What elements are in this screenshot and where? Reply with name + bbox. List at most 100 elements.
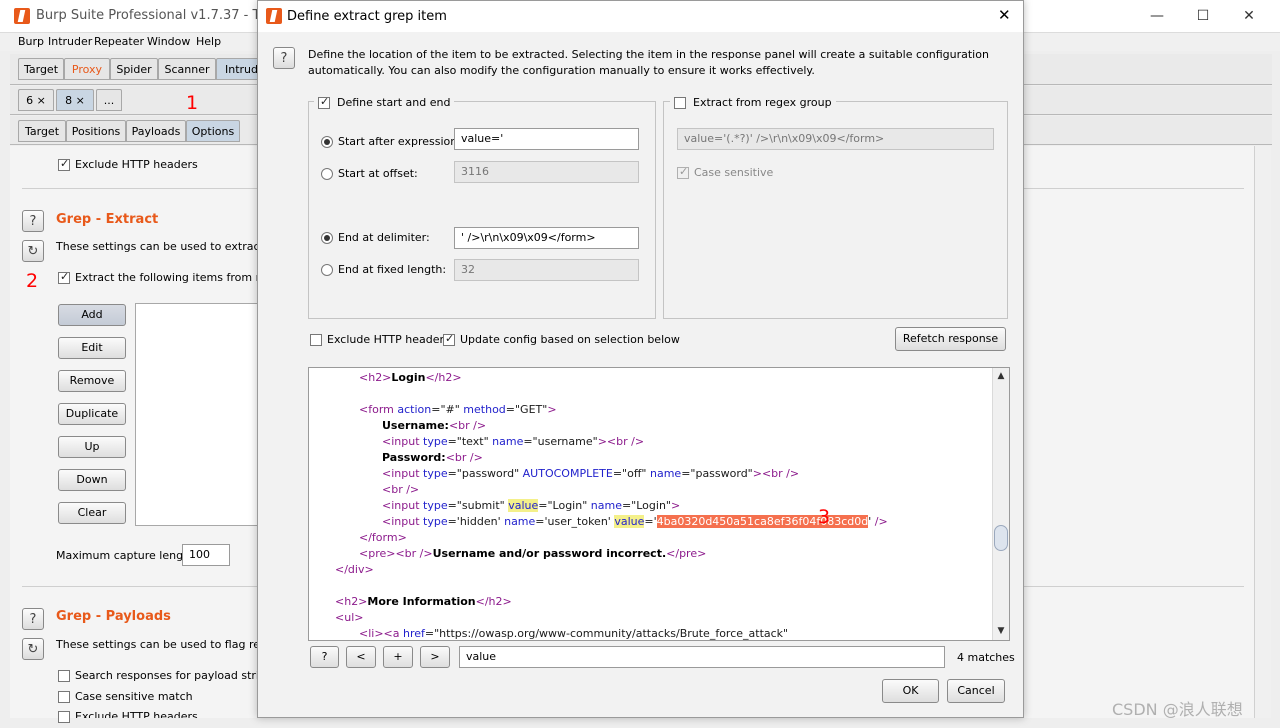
code-token: ='hidden' xyxy=(447,515,505,528)
code-token: ="password" xyxy=(447,467,523,480)
exclude-headers-checkbox-payloads[interactable] xyxy=(58,711,70,723)
end-fixed-length-input[interactable]: 32 xyxy=(454,259,639,281)
scroll-up-icon[interactable]: ▲ xyxy=(993,369,1009,383)
clear-button[interactable]: Clear xyxy=(58,502,126,524)
dialog-exclude-headers-checkbox[interactable] xyxy=(310,334,322,346)
grep-extract-help-icon[interactable]: ? xyxy=(22,210,44,232)
add-button[interactable]: Add xyxy=(58,304,126,326)
end-fixed-length-radio[interactable] xyxy=(321,264,333,276)
start-offset-input[interactable]: 3116 xyxy=(454,161,639,183)
start-after-input[interactable]: value=' xyxy=(454,128,639,150)
search-prev-button[interactable]: < xyxy=(346,646,376,668)
menu-intruder[interactable]: Intruder xyxy=(48,35,92,48)
code-token: <br /> xyxy=(382,483,420,496)
code-token: > xyxy=(547,403,557,416)
search-add-button[interactable]: + xyxy=(383,646,413,668)
code-token: ="username" xyxy=(523,435,598,448)
tab-scanner[interactable]: Scanner xyxy=(158,58,216,80)
options-scrollbar[interactable] xyxy=(1254,146,1271,718)
subtab-target[interactable]: Target xyxy=(18,120,66,142)
response-scrollbar[interactable]: ▲ ▼ xyxy=(992,368,1009,640)
attack-tab-6[interactable]: 6 × xyxy=(18,89,54,111)
code-token: More Information xyxy=(367,595,476,608)
ok-button[interactable]: OK xyxy=(882,679,939,703)
new-attack-tab[interactable]: ... xyxy=(96,89,122,111)
code-line-9: <input type='hidden' name='user_token' v… xyxy=(382,514,888,530)
annotation-3: 3 xyxy=(818,506,831,528)
grep-extract-title: Grep - Extract xyxy=(56,212,159,227)
selected-token-highlight[interactable]: 4ba0320d450a51ca8ef36f04f083cd0d xyxy=(656,515,869,528)
main-window-title: Burp Suite Professional v1.7.37 - Temp xyxy=(36,8,288,23)
end-delimiter-radio[interactable] xyxy=(321,232,333,244)
subtab-positions[interactable]: Positions xyxy=(66,120,126,142)
cancel-button[interactable]: Cancel xyxy=(947,679,1005,703)
max-capture-input[interactable]: 100 xyxy=(182,544,230,566)
update-config-checkbox[interactable] xyxy=(443,332,455,346)
start-after-radio[interactable] xyxy=(321,136,333,148)
exclude-headers-checkbox-top[interactable] xyxy=(58,157,70,171)
grep-payloads-restore-icon[interactable]: ↻ xyxy=(22,638,44,660)
code-token: type xyxy=(423,467,448,480)
search-payload-checkbox[interactable] xyxy=(58,670,70,682)
subtab-options[interactable]: Options xyxy=(186,120,240,142)
start-offset-radio[interactable] xyxy=(321,168,333,180)
subtab-payloads[interactable]: Payloads xyxy=(126,120,186,142)
edit-button[interactable]: Edit xyxy=(58,337,126,359)
code-token: </h2> xyxy=(425,371,462,384)
code-token: ="#" xyxy=(431,403,464,416)
code-token: name xyxy=(649,467,682,480)
code-token: Username: xyxy=(382,419,449,432)
dialog-help-icon[interactable]: ? xyxy=(273,47,295,69)
code-token: name xyxy=(590,499,622,512)
start-after-label: Start after expression: xyxy=(338,135,461,148)
regex-group-checkbox[interactable] xyxy=(674,97,686,109)
watermark: CSDN @浪人联想 xyxy=(1112,700,1243,719)
code-token: <h2> xyxy=(335,595,368,608)
code-token: ="Login" xyxy=(538,499,591,512)
define-start-end-checkbox[interactable] xyxy=(318,95,330,109)
menu-help[interactable]: Help xyxy=(196,35,221,48)
end-delimiter-input[interactable]: ' />\r\n\x09\x09</form> xyxy=(454,227,639,249)
search-input[interactable]: value xyxy=(459,646,945,668)
down-button[interactable]: Down xyxy=(58,469,126,491)
dialog-close-icon[interactable]: ✕ xyxy=(998,6,1011,24)
maximize-icon[interactable]: ☐ xyxy=(1188,6,1218,26)
code-line-13: <h2>More Information</h2> xyxy=(335,594,512,610)
response-panel[interactable]: <h2>Login</h2> <form action="#" method="… xyxy=(308,367,1010,641)
dialog-description: Define the location of the item to be ex… xyxy=(308,48,989,77)
attack-tab-8[interactable]: 8 × xyxy=(56,89,94,111)
case-sensitive-match-label: Case sensitive match xyxy=(75,690,193,703)
menu-repeater[interactable]: Repeater xyxy=(94,35,144,48)
tab-target[interactable]: Target xyxy=(18,58,64,80)
minimize-icon[interactable]: — xyxy=(1142,6,1172,26)
grep-payloads-help-icon[interactable]: ? xyxy=(22,608,44,630)
scroll-down-icon[interactable]: ▼ xyxy=(993,624,1009,638)
scroll-thumb[interactable] xyxy=(994,525,1008,551)
extract-items-list[interactable] xyxy=(135,303,267,526)
extract-items-checkbox[interactable] xyxy=(58,270,70,284)
code-token: </h2> xyxy=(475,595,512,608)
code-token: </form> xyxy=(359,531,407,544)
regex-case-sensitive-label: Case sensitive xyxy=(694,166,774,179)
search-next-button[interactable]: > xyxy=(420,646,450,668)
code-token: Username and/or password incorrect. xyxy=(432,547,667,560)
code-token: /> xyxy=(874,515,888,528)
annotation-2: 2 xyxy=(26,270,39,292)
menu-window[interactable]: Window xyxy=(147,35,190,48)
menu-burp[interactable]: Burp xyxy=(18,35,44,48)
regex-case-sensitive-checkbox[interactable] xyxy=(677,165,689,179)
code-token: Password: xyxy=(382,451,446,464)
tab-intruder[interactable]: Intrude xyxy=(216,58,260,80)
remove-button[interactable]: Remove xyxy=(58,370,126,392)
up-button[interactable]: Up xyxy=(58,436,126,458)
grep-extract-desc: These settings can be used to extract us… xyxy=(56,240,287,253)
grep-extract-restore-icon[interactable]: ↻ xyxy=(22,240,44,262)
tab-proxy[interactable]: Proxy xyxy=(64,58,110,80)
tab-spider[interactable]: Spider xyxy=(110,58,158,80)
duplicate-button[interactable]: Duplicate xyxy=(58,403,126,425)
refetch-response-button[interactable]: Refetch response xyxy=(895,327,1006,351)
case-sensitive-match-checkbox[interactable] xyxy=(58,691,70,703)
close-icon[interactable]: ✕ xyxy=(1234,6,1264,26)
regex-input[interactable]: value='(.*?)' />\r\n\x09\x09</form> xyxy=(677,128,994,150)
search-help-icon[interactable]: ? xyxy=(310,646,339,668)
